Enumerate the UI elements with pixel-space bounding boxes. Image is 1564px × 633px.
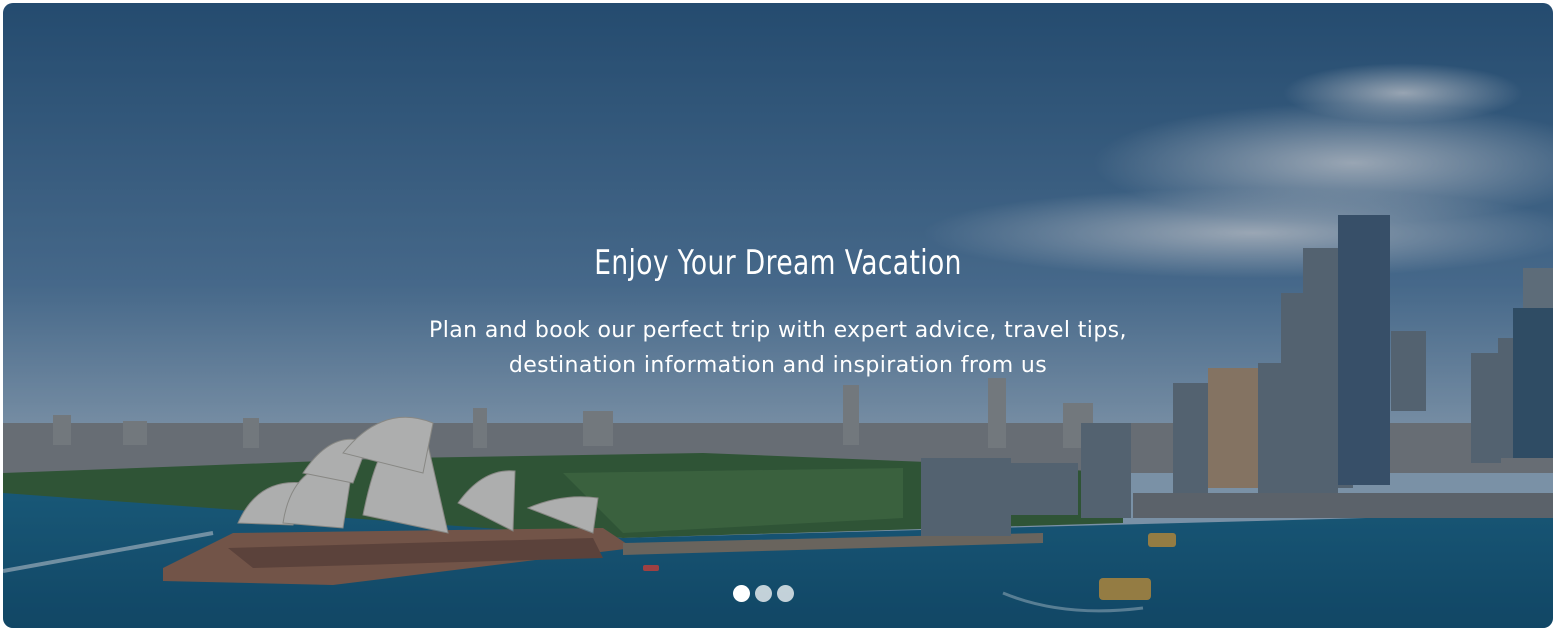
carousel-dot-2[interactable]	[755, 585, 772, 602]
carousel-dot-1[interactable]	[733, 585, 750, 602]
carousel-dot-3[interactable]	[777, 585, 794, 602]
hero-subtext: Plan and book our perfect trip with expe…	[3, 313, 1553, 383]
hero-headline: Enjoy Your Dream Vacation	[594, 243, 962, 283]
hero-banner: Enjoy Your Dream Vacation Plan and book …	[3, 3, 1553, 628]
hero-subtext-line-1: Plan and book our perfect trip with expe…	[429, 318, 1127, 343]
hero-subtext-line-2: destination information and inspiration …	[508, 353, 1048, 378]
carousel-indicators	[733, 585, 794, 602]
